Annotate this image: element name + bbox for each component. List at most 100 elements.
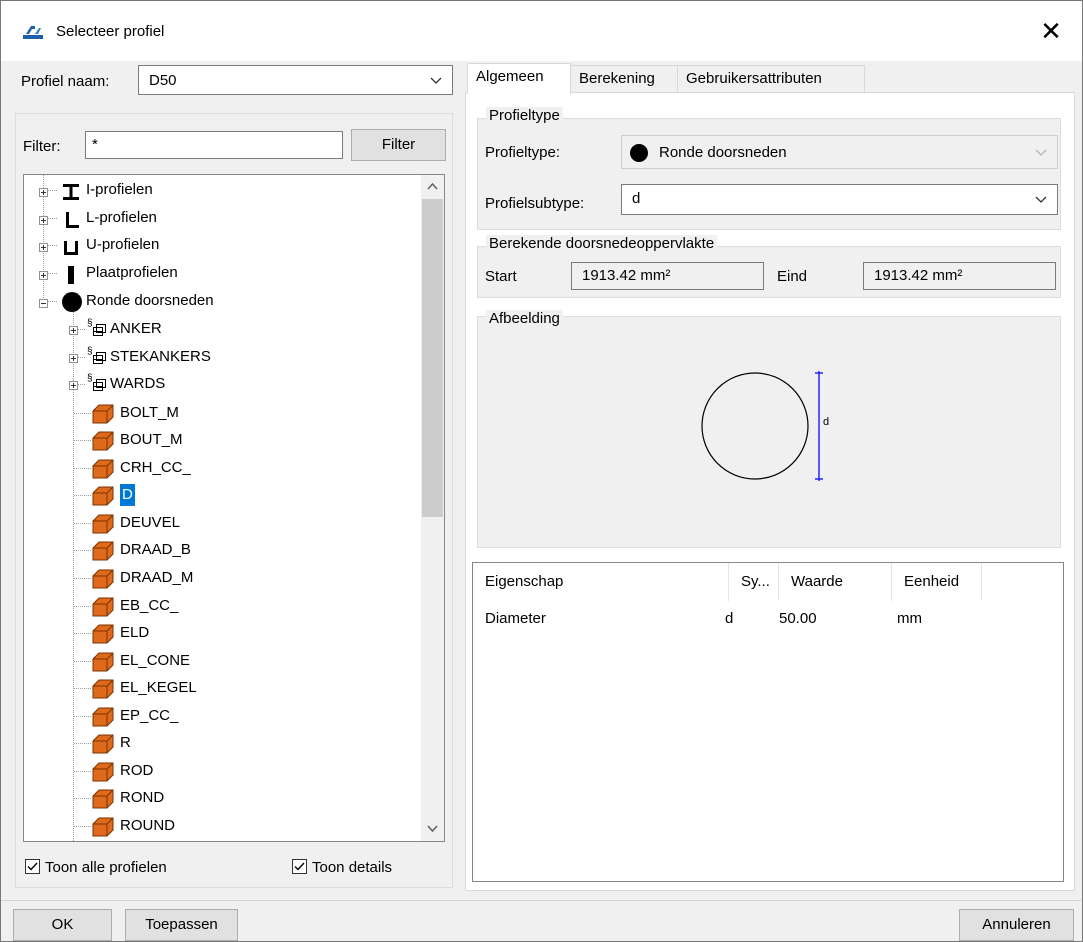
library-icon <box>93 352 106 364</box>
footer-separator <box>1 900 1082 901</box>
profile-shape-icon <box>92 486 114 506</box>
profile-shape-icon <box>92 734 114 754</box>
filter-button[interactable]: Filter <box>351 129 446 161</box>
profile-name-combo[interactable]: D50 <box>138 65 453 95</box>
profile-shape-icon <box>92 707 114 727</box>
u-channel-icon <box>64 241 78 255</box>
profiletype-group-title: Profieltype <box>486 107 563 124</box>
profile-name-value: D50 <box>149 72 177 89</box>
dialog-window: Selecteer profiel ✕ Profiel naam: D50 Fi… <box>0 0 1083 942</box>
checkbox-checked-icon[interactable] <box>25 859 40 874</box>
scrollbar-thumb[interactable] <box>422 199 443 517</box>
scroll-up-icon[interactable] <box>427 182 438 190</box>
expand-plus-icon[interactable] <box>39 216 48 225</box>
circle-filled-icon <box>62 292 82 312</box>
profiletype-value: Ronde doorsneden <box>659 144 787 161</box>
profile-shape-icon <box>92 514 114 534</box>
chevron-down-icon[interactable] <box>1035 147 1047 159</box>
i-beam-icon <box>63 184 79 200</box>
expand-plus-icon[interactable] <box>39 243 48 252</box>
tree-item-bolt-m[interactable]: BOLT_M <box>24 400 414 426</box>
column-header-waarde[interactable]: Waarde <box>779 563 892 601</box>
tree-item-draad-m[interactable]: DRAAD_M <box>24 565 414 591</box>
tree-item-i-profielen[interactable]: I-profielen <box>24 177 414 203</box>
tab-gebruikersattributen[interactable]: Gebruikersattributen <box>677 65 865 93</box>
library-icon <box>93 324 106 336</box>
expand-plus-icon[interactable] <box>39 188 48 197</box>
profilesubtype-combo[interactable]: d <box>621 184 1058 215</box>
tree-scrollbar[interactable] <box>421 175 444 841</box>
selected-item-label: D <box>120 484 135 506</box>
profilesubtype-label: Profielsubtype: <box>485 195 585 212</box>
column-header-symbool[interactable]: Sy... <box>729 563 779 601</box>
circle-filled-icon <box>630 144 648 162</box>
filter-input[interactable]: * <box>85 131 343 159</box>
tree-item-ep-cc[interactable]: EP_CC_ <box>24 703 414 729</box>
profile-shape-icon <box>92 459 114 479</box>
scroll-down-icon[interactable] <box>427 825 438 833</box>
expand-plus-icon[interactable] <box>69 326 78 335</box>
tree-item-anker[interactable]: § ANKER <box>24 316 414 342</box>
profile-shape-icon <box>92 652 114 672</box>
title-bar: Selecteer profiel ✕ <box>1 1 1082 61</box>
tree-item-rond[interactable]: ROND <box>24 785 414 811</box>
tree-item-u-profielen[interactable]: U-profielen <box>24 232 414 258</box>
profile-shape-icon <box>92 431 114 451</box>
tree-item-deuvel[interactable]: DEUVEL <box>24 510 414 536</box>
expand-plus-icon[interactable] <box>69 381 78 390</box>
filter-label: Filter: <box>23 138 61 155</box>
end-area-value: 1913.42 mm² <box>863 262 1056 290</box>
properties-grid[interactable]: Eigenschap Sy... Waarde Eenheid Diameter… <box>472 562 1064 882</box>
checkbox-checked-icon[interactable] <box>292 859 307 874</box>
app-icon <box>23 26 43 39</box>
ok-button[interactable]: OK <box>13 909 112 941</box>
tree-item-el-cone[interactable]: EL_CONE <box>24 648 414 674</box>
profile-shape-icon <box>92 569 114 589</box>
tree-item-bout-m[interactable]: BOUT_M <box>24 427 414 453</box>
tree-item-crh-cc[interactable]: CRH_CC_ <box>24 455 414 481</box>
profile-shape-icon <box>92 817 114 837</box>
chevron-down-icon[interactable] <box>430 75 442 87</box>
tab-berekening[interactable]: Berekening <box>570 65 678 93</box>
tree-item-eld[interactable]: ELD <box>24 620 414 646</box>
tree-item-wards[interactable]: § WARDS <box>24 371 414 397</box>
tree-item-rod[interactable]: ROD <box>24 758 414 784</box>
tree-item-plaatprofielen[interactable]: Plaatprofielen <box>24 260 414 286</box>
profile-tree[interactable]: I-profielen L-profielen U-profielen Plaa… <box>23 174 445 842</box>
profile-shape-icon <box>92 762 114 782</box>
tab-algemeen[interactable]: Algemeen <box>467 63 571 94</box>
table-row[interactable]: Diameter d 50.00 mm <box>473 603 1063 635</box>
tree-item-draad-b[interactable]: DRAAD_B <box>24 537 414 563</box>
start-area-value: 1913.42 mm² <box>571 262 764 290</box>
end-label: Eind <box>777 268 808 285</box>
tree-item-d[interactable]: D <box>24 482 414 508</box>
start-label: Start <box>485 268 517 285</box>
apply-button[interactable]: Toepassen <box>125 909 238 941</box>
expand-plus-icon[interactable] <box>69 354 78 363</box>
collapse-minus-icon[interactable] <box>39 299 48 308</box>
close-icon[interactable]: ✕ <box>1034 15 1068 49</box>
tree-item-r[interactable]: R <box>24 730 414 756</box>
tree-item-l-profielen[interactable]: L-profielen <box>24 205 414 231</box>
profiletype-combo[interactable]: Ronde doorsneden <box>621 135 1058 169</box>
profile-preview-image <box>701 371 823 481</box>
library-icon <box>93 379 106 391</box>
profile-shape-icon <box>92 541 114 561</box>
column-header-eigenschap[interactable]: Eigenschap <box>473 563 729 601</box>
tree-item-ronde-doorsneden[interactable]: Ronde doorsneden <box>24 288 414 314</box>
profile-shape-icon <box>92 679 114 699</box>
tree-item-stekankers[interactable]: § STEKANKERS <box>24 344 414 370</box>
profiletype-label: Profieltype: <box>485 144 561 161</box>
profilesubtype-value: d <box>632 190 641 207</box>
profile-shape-icon <box>92 624 114 644</box>
tree-item-el-kegel[interactable]: EL_KEGEL <box>24 675 414 701</box>
column-header-eenheid[interactable]: Eenheid <box>892 563 982 601</box>
tree-item-eb-cc[interactable]: EB_CC_ <box>24 593 414 619</box>
window-title: Selecteer profiel <box>56 23 165 40</box>
cancel-button[interactable]: Annuleren <box>959 909 1074 941</box>
image-group-title: Afbeelding <box>486 310 563 327</box>
expand-plus-icon[interactable] <box>39 271 48 280</box>
chevron-down-icon[interactable] <box>1035 194 1047 206</box>
tree-item-round[interactable]: ROUND <box>24 813 414 839</box>
area-group-title: Berekende doorsnedeoppervlakte <box>486 235 718 252</box>
